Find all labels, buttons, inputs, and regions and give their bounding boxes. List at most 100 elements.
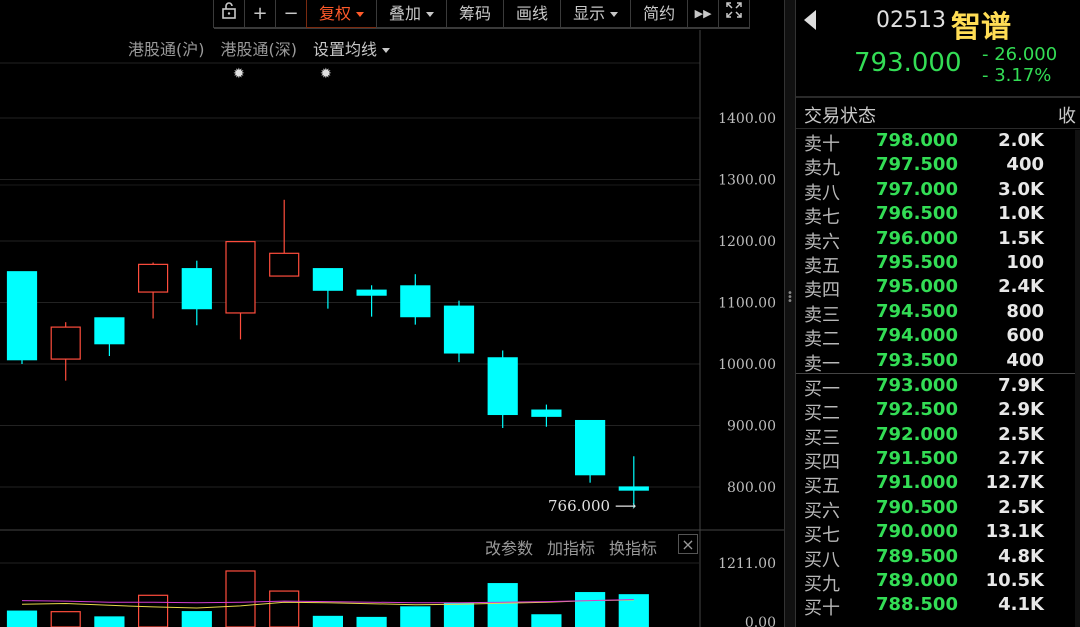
panel-resize-handle[interactable]: • • • bbox=[784, 0, 796, 627]
bid-volume: 2.9K bbox=[998, 399, 1044, 421]
ask-level-label: 卖十 bbox=[804, 134, 840, 155]
ask-row[interactable]: 卖八 797.000 3.0K bbox=[796, 178, 1080, 204]
arrow-right-icon: ⟶ bbox=[614, 497, 637, 515]
stock-code: 02513 bbox=[876, 8, 946, 33]
bid-row[interactable]: 买九 789.000 10.5K bbox=[796, 569, 1080, 595]
ask-volume: 100 bbox=[1006, 251, 1044, 273]
price-axis-label: 1300.00 bbox=[718, 173, 776, 189]
kline-chart-area[interactable]: 1400.00 1300.00 1200.00 1100.00 1000.00 900.0… bbox=[0, 0, 784, 627]
edit-params-button[interactable]: 改参数 bbox=[485, 535, 533, 559]
ask-price: 793.500 bbox=[876, 349, 958, 371]
ask-row[interactable]: 卖六 796.000 1.5K bbox=[796, 227, 1080, 253]
bid-row[interactable]: 买一 793.000 7.9K bbox=[796, 374, 1080, 400]
ask-row[interactable]: 卖七 796.500 1.0K bbox=[796, 202, 1080, 229]
panel-scrollbar[interactable] bbox=[1075, 130, 1080, 627]
bid-volume: 4.1K bbox=[998, 594, 1044, 616]
chips-button[interactable]: 筹码 bbox=[446, 0, 505, 28]
lock-icon[interactable] bbox=[213, 0, 245, 28]
ask-level-label: 卖三 bbox=[804, 304, 840, 326]
ask-row[interactable]: 卖五 795.500 100 bbox=[796, 251, 1080, 277]
ask-level-label: 卖二 bbox=[804, 329, 840, 351]
ask-row[interactable]: 卖九 797.500 400 bbox=[796, 153, 1080, 180]
volume-bar-down bbox=[181, 611, 212, 627]
volume-bar-down bbox=[443, 602, 475, 627]
bid-volume: 2.5K bbox=[998, 496, 1044, 518]
volume-bar-down bbox=[6, 610, 38, 627]
bid-row[interactable]: 买十 788.500 4.1K bbox=[796, 593, 1080, 619]
bid-volume: 12.7K bbox=[985, 472, 1044, 494]
ask-volume: 1.5K bbox=[998, 227, 1044, 249]
sz-connect-link[interactable]: 港股通(深) bbox=[220, 36, 297, 60]
ask-row[interactable]: 卖四 795.000 2.4K bbox=[796, 275, 1080, 301]
bid-level-label: 买八 bbox=[804, 549, 840, 571]
event-marker-icon[interactable]: ✹ bbox=[233, 66, 245, 82]
switch-indicator-button[interactable]: 换指标 bbox=[609, 535, 657, 559]
candle-body-down bbox=[181, 268, 212, 310]
adjust-rights-button[interactable]: 复权 bbox=[306, 0, 378, 28]
bid-price: 793.000 bbox=[876, 374, 958, 396]
forward-icon[interactable]: ▶▶ bbox=[687, 0, 720, 28]
ask-row[interactable]: 卖三 794.500 800 bbox=[796, 300, 1080, 326]
bid-row[interactable]: 买三 792.000 2.5K bbox=[796, 423, 1080, 449]
ask-volume: 400 bbox=[1006, 349, 1044, 371]
status-right-label: 收 bbox=[1058, 106, 1076, 127]
volume-bar-down bbox=[356, 616, 387, 627]
bid-row[interactable]: 买五 791.000 12.7K bbox=[796, 471, 1080, 498]
bid-price: 789.000 bbox=[876, 570, 958, 592]
candle-body-down bbox=[531, 409, 562, 417]
stock-name: 智谱 bbox=[951, 10, 1011, 45]
candle-body-up bbox=[50, 326, 81, 360]
price-axis-label: 1400.00 bbox=[718, 111, 776, 127]
ask-level-label: 卖九 bbox=[804, 158, 840, 180]
change-amount: - 26.000 bbox=[982, 44, 1058, 65]
ask-row[interactable]: 卖一 793.500 400 bbox=[796, 349, 1080, 375]
chart-subbar: 港股通(沪) 港股通(深) 设置均线 bbox=[128, 36, 390, 60]
bid-row[interactable]: 买四 791.500 2.7K bbox=[796, 447, 1080, 473]
event-marker-icon[interactable]: ✹ bbox=[320, 66, 332, 82]
bid-level-label: 买七 bbox=[804, 525, 840, 547]
candle-body-down bbox=[356, 289, 387, 296]
bid-volume: 2.7K bbox=[998, 448, 1044, 470]
zoom-out-button[interactable]: − bbox=[275, 0, 307, 28]
bid-volume: 10.5K bbox=[985, 570, 1044, 592]
bid-row[interactable]: 买二 792.500 2.9K bbox=[796, 398, 1080, 424]
ask-row[interactable]: 卖十 798.000 2.0K bbox=[796, 129, 1080, 155]
ask-row[interactable]: 卖二 794.000 600 bbox=[796, 324, 1080, 351]
bid-volume: 13.1K bbox=[985, 521, 1044, 543]
kline-svg[interactable]: 1400.00 1300.00 1200.00 1100.00 1000.00 900.0… bbox=[0, 0, 784, 627]
volume-bar-down bbox=[400, 606, 431, 627]
display-button[interactable]: 显示 bbox=[560, 0, 632, 28]
volume-bar-down bbox=[312, 615, 343, 627]
bid-level-label: 买一 bbox=[804, 378, 840, 400]
bid-row[interactable]: 买六 790.500 2.5K bbox=[796, 496, 1080, 522]
ask-volume: 1.0K bbox=[998, 203, 1044, 225]
volume-bar-down bbox=[531, 614, 562, 627]
ask-price: 796.500 bbox=[876, 203, 958, 225]
zoom-in-button[interactable]: + bbox=[244, 0, 276, 28]
close-indicator-button[interactable]: × bbox=[678, 534, 698, 554]
bid-list: 买一 793.000 7.9K 买二 792.500 2.9K 买三 792.000 2.5K 买… bbox=[796, 374, 1080, 620]
ma-setting-button[interactable]: 设置均线 bbox=[313, 36, 390, 60]
ask-level-label: 卖七 bbox=[804, 207, 840, 229]
bid-price: 790.000 bbox=[876, 521, 958, 543]
draw-line-button[interactable]: 画线 bbox=[503, 0, 562, 28]
add-indicator-button[interactable]: 加指标 bbox=[547, 535, 595, 559]
candle-body-down bbox=[400, 285, 431, 318]
candle-body-up bbox=[225, 241, 256, 314]
expand-icon[interactable] bbox=[718, 0, 751, 28]
bid-row[interactable]: 买八 789.500 4.8K bbox=[796, 545, 1080, 571]
bid-price: 791.500 bbox=[876, 448, 958, 470]
candle-body-down bbox=[94, 317, 125, 345]
ask-level-label: 卖六 bbox=[804, 231, 840, 253]
quote-panel: 02513 智谱 793.000 - 26.000 - 3.17% 交易状态 收… bbox=[796, 0, 1080, 627]
simple-mode-button[interactable]: 简约 bbox=[630, 0, 689, 28]
ask-level-label: 卖八 bbox=[804, 182, 840, 204]
bid-price: 791.000 bbox=[876, 472, 958, 494]
ask-price: 795.000 bbox=[876, 276, 958, 298]
ask-price: 796.000 bbox=[876, 227, 958, 249]
bid-row[interactable]: 买七 790.000 13.1K bbox=[796, 520, 1080, 547]
back-arrow-icon[interactable] bbox=[804, 10, 816, 30]
overlay-button[interactable]: 叠加 bbox=[376, 0, 448, 28]
bid-level-label: 买五 bbox=[804, 476, 840, 498]
sh-connect-link[interactable]: 港股通(沪) bbox=[128, 36, 205, 60]
